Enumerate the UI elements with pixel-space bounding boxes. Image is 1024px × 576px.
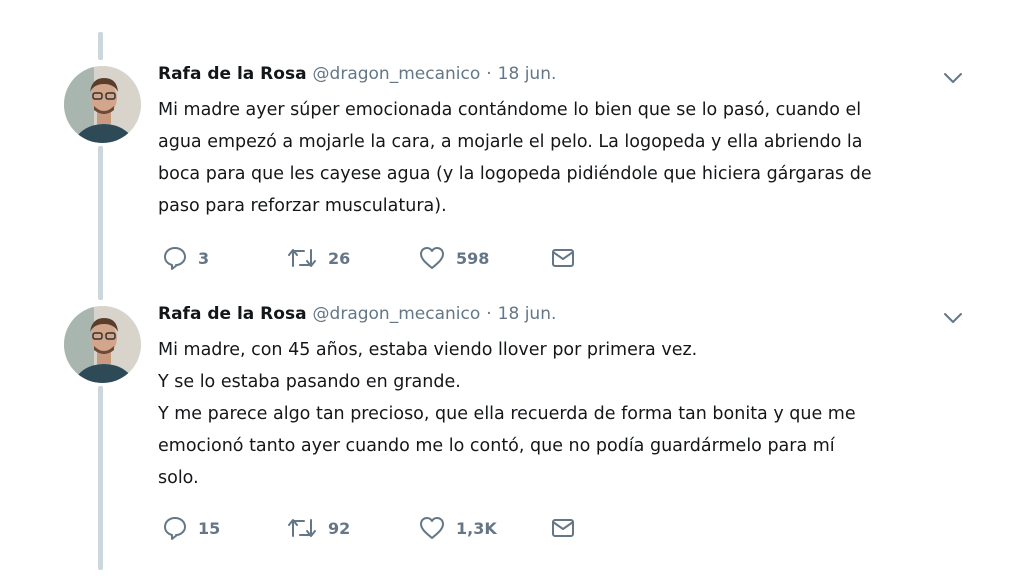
like-button[interactable]: 598 xyxy=(418,244,489,272)
reply-icon xyxy=(162,245,188,271)
reply-count: 3 xyxy=(198,248,210,268)
envelope-icon xyxy=(550,246,576,270)
retweet-button[interactable]: 26 xyxy=(286,244,350,272)
separator-dot: · xyxy=(486,304,492,324)
tweet-text-line: Y se lo estaba pasando en grande. xyxy=(158,372,461,392)
reply-button[interactable]: 3 xyxy=(162,244,209,272)
retweet-count: 92 xyxy=(328,518,351,538)
thread-line-middle xyxy=(98,146,103,300)
thread-line-top xyxy=(98,32,103,60)
like-count: 598 xyxy=(456,248,490,268)
chevron-down-icon[interactable] xyxy=(942,310,964,326)
tweet-text-line: Y me parece algo tan precioso, que ella … xyxy=(158,404,856,424)
tweet-text-line: Mi madre, con 45 años, estaba viendo llo… xyxy=(158,340,698,360)
thread-line-bottom xyxy=(98,386,103,570)
message-button[interactable] xyxy=(550,244,576,272)
retweet-icon xyxy=(286,245,318,271)
retweet-button[interactable]: 92 xyxy=(286,514,350,542)
user-handle[interactable]: @dragon_mecanico xyxy=(313,64,481,84)
reply-count: 15 xyxy=(198,518,221,538)
avatar-image xyxy=(64,306,141,383)
tweet-text: Mi madre ayer súper emocionada contándom… xyxy=(158,94,872,222)
separator-dot: · xyxy=(486,64,492,84)
avatar-image xyxy=(64,66,141,143)
user-name[interactable]: Rafa de la Rosa xyxy=(158,64,307,84)
chevron-down-icon[interactable] xyxy=(942,70,964,86)
like-button[interactable]: 1,3K xyxy=(418,514,497,542)
tweet-text: Mi madre, con 45 años, estaba viendo llo… xyxy=(158,334,856,494)
message-button[interactable] xyxy=(550,514,576,542)
tweet-header: Rafa de la Rosa @dragon_mecanico · 18 ju… xyxy=(158,304,556,328)
reply-button[interactable]: 15 xyxy=(162,514,220,542)
like-count: 1,3K xyxy=(456,518,497,538)
avatar[interactable] xyxy=(64,66,141,143)
tweet-text-line: Mi madre ayer súper emocionada contándom… xyxy=(158,100,862,120)
tweet-header: Rafa de la Rosa @dragon_mecanico · 18 ju… xyxy=(158,64,556,88)
tweet-text-line: solo. xyxy=(158,468,199,488)
tweet-text-line: agua empezó a mojarle la cara, a mojarle… xyxy=(158,132,863,152)
heart-icon xyxy=(418,515,446,541)
heart-icon xyxy=(418,245,446,271)
tweet-date[interactable]: 18 jun. xyxy=(498,304,557,324)
retweet-count: 26 xyxy=(328,248,351,268)
avatar[interactable] xyxy=(64,306,141,383)
tweet-text-line: emocionó tanto ayer cuando me lo contó, … xyxy=(158,436,835,456)
tweet-text-line: boca para que les cayese agua (y la logo… xyxy=(158,164,872,184)
tweet-date[interactable]: 18 jun. xyxy=(498,64,557,84)
retweet-icon xyxy=(286,515,318,541)
envelope-icon xyxy=(550,516,576,540)
tweet-text-line: paso para reforzar musculatura). xyxy=(158,196,447,216)
reply-icon xyxy=(162,515,188,541)
user-handle[interactable]: @dragon_mecanico xyxy=(313,304,481,324)
user-name[interactable]: Rafa de la Rosa xyxy=(158,304,307,324)
